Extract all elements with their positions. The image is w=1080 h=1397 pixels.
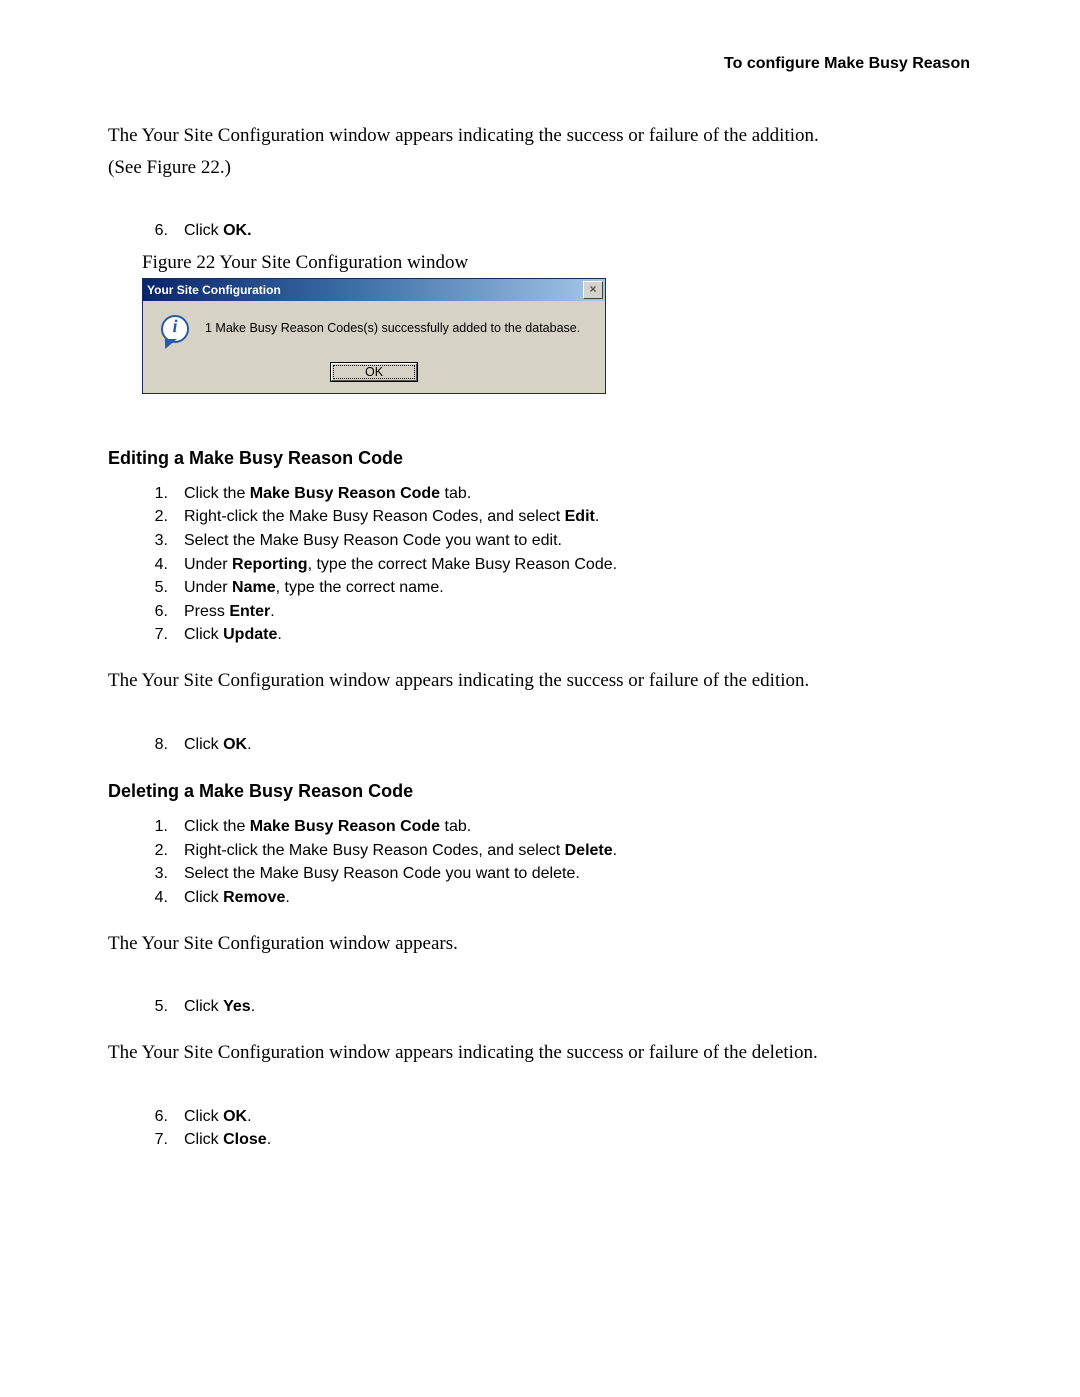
step-number: 6. bbox=[138, 1106, 168, 1128]
step-text: Click Close. bbox=[184, 1129, 970, 1151]
figure-caption: Figure 22 Your Site Configuration window bbox=[142, 252, 970, 274]
edit-step-6: 6. Press Enter. bbox=[138, 601, 970, 623]
edit-step-7: 7. Click Update. bbox=[138, 624, 970, 646]
step-number: 1. bbox=[138, 483, 168, 505]
step-number: 3. bbox=[138, 530, 168, 552]
step-text: Click OK. bbox=[184, 1106, 970, 1128]
intro-line-2: (See Figure 22.) bbox=[108, 155, 970, 181]
step-number: 5. bbox=[138, 577, 168, 599]
edit-step-2: 2. Right-click the Make Busy Reason Codes… bbox=[138, 506, 970, 528]
step-number: 5. bbox=[138, 996, 168, 1018]
step-number: 8. bbox=[138, 734, 168, 756]
delete-step-1: 6. Click OK. bbox=[138, 1106, 970, 1128]
delete-step-2: 7. Click Close. bbox=[138, 1129, 970, 1151]
delete-step-1: 1. Click the Make Busy Reason Code tab. bbox=[138, 816, 970, 838]
delete-step-4: 4. Click Remove. bbox=[138, 887, 970, 909]
step-text: Click bbox=[184, 222, 223, 239]
step-text: Under Reporting, type the correct Make B… bbox=[184, 554, 970, 576]
edit-step-3: 3. Select the Make Busy Reason Code you w… bbox=[138, 530, 970, 552]
step-number: 2. bbox=[138, 506, 168, 528]
step-number: 7. bbox=[138, 1129, 168, 1151]
deleting-heading: Deleting a Make Busy Reason Code bbox=[108, 781, 970, 802]
step-text: Click the Make Busy Reason Code tab. bbox=[184, 483, 970, 505]
page-header: To configure Make Busy Reason bbox=[108, 55, 970, 73]
editing-heading: Editing a Make Busy Reason Code bbox=[108, 448, 970, 469]
edit-step-1: 8. Click OK. bbox=[138, 734, 970, 756]
step-number: 6. bbox=[138, 220, 168, 242]
delete-step-1: 5. Click Yes. bbox=[138, 996, 970, 1018]
info-icon bbox=[161, 315, 193, 347]
step-number: 1. bbox=[138, 816, 168, 838]
step-6: 6. Click OK. bbox=[138, 220, 970, 242]
step-text: Under Name, type the correct name. bbox=[184, 577, 970, 599]
step-number: 4. bbox=[138, 554, 168, 576]
intro-line-1: The Your Site Configuration window appea… bbox=[108, 123, 970, 149]
step-text: Press Enter. bbox=[184, 601, 970, 623]
delete-step-3: 3. Select the Make Busy Reason Code you w… bbox=[138, 863, 970, 885]
close-icon[interactable]: × bbox=[583, 281, 603, 299]
ok-button[interactable]: OK bbox=[331, 363, 417, 381]
step-number: 6. bbox=[138, 601, 168, 623]
delete-step-2: 2. Right-click the Make Busy Reason Codes… bbox=[138, 840, 970, 862]
step-text: Right-click the Make Busy Reason Codes, … bbox=[184, 506, 970, 528]
step-text: Click Yes. bbox=[184, 996, 970, 1018]
step-number: 3. bbox=[138, 863, 168, 885]
edit-step-1: 1. Click the Make Busy Reason Code tab. bbox=[138, 483, 970, 505]
step-text: Click OK. bbox=[184, 734, 970, 756]
step-text: Select the Make Busy Reason Code you wan… bbox=[184, 863, 970, 885]
edit-step-4: 4. Under Reporting, type the correct Make… bbox=[138, 554, 970, 576]
deleting-mid2: The Your Site Configuration window appea… bbox=[108, 1040, 970, 1066]
deleting-mid1: The Your Site Configuration window appea… bbox=[108, 931, 970, 957]
dialog-titlebar: Your Site Configuration × bbox=[143, 279, 605, 301]
edit-step-5: 5. Under Name, type the correct name. bbox=[138, 577, 970, 599]
step-text: Select the Make Busy Reason Code you wan… bbox=[184, 530, 970, 552]
step-text: Click Update. bbox=[184, 624, 970, 646]
step-text: Click Remove. bbox=[184, 887, 970, 909]
editing-after: The Your Site Configuration window appea… bbox=[108, 668, 970, 694]
step-text: Right-click the Make Busy Reason Codes, … bbox=[184, 840, 970, 862]
step-number: 2. bbox=[138, 840, 168, 862]
step-number: 4. bbox=[138, 887, 168, 909]
dialog-title: Your Site Configuration bbox=[147, 283, 583, 297]
step-text: Click the Make Busy Reason Code tab. bbox=[184, 816, 970, 838]
step-number: 7. bbox=[138, 624, 168, 646]
step-bold: OK. bbox=[223, 222, 251, 239]
site-configuration-dialog: Your Site Configuration × 1 Make Busy Re… bbox=[142, 278, 606, 394]
dialog-message: 1 Make Busy Reason Codes(s) successfully… bbox=[205, 315, 580, 335]
